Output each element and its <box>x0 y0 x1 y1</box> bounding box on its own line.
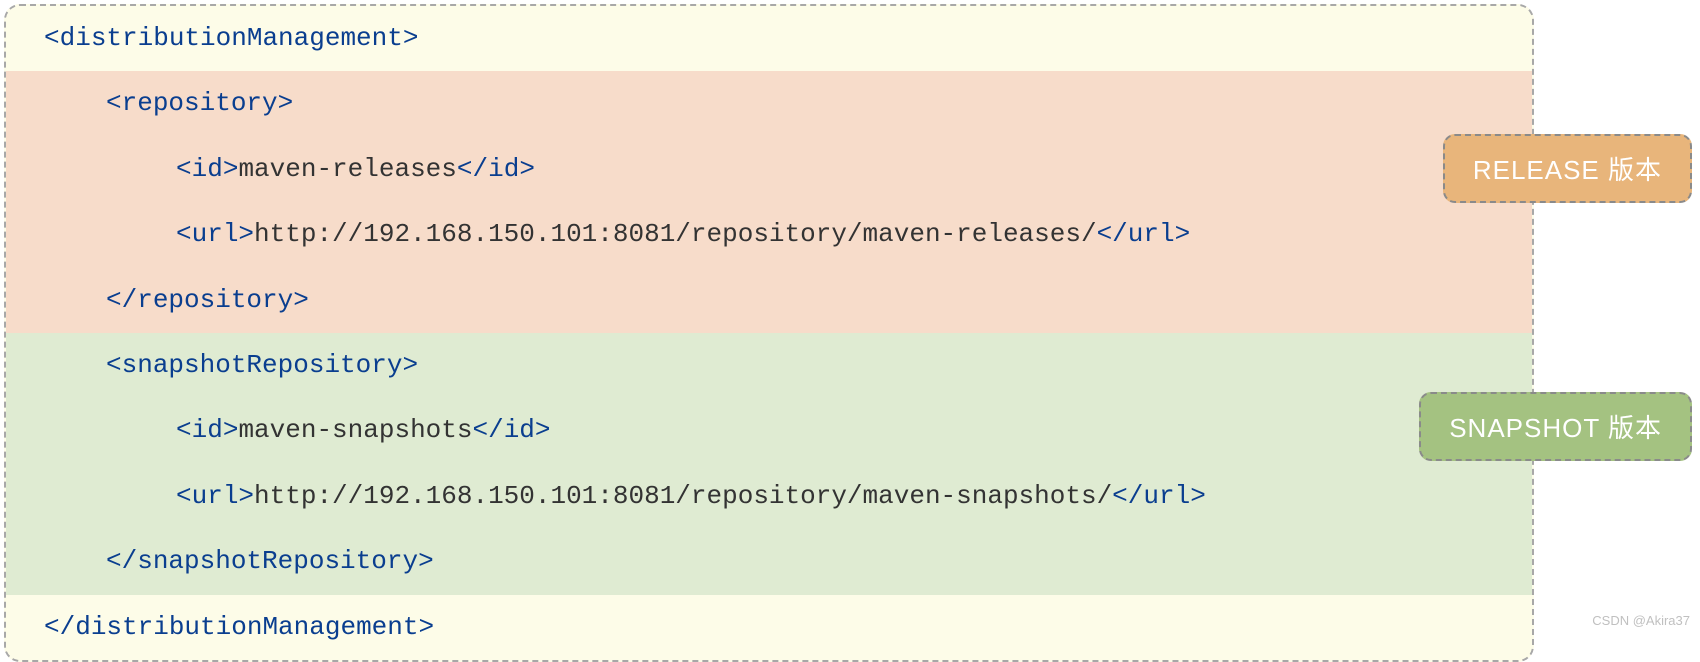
snapshot-badge-label: SNAPSHOT 版本 <box>1449 413 1662 443</box>
code-line-release-url: <url>http://192.168.150.101:8081/reposit… <box>6 202 1532 267</box>
code-line-snapshot-url: <url>http://192.168.150.101:8081/reposit… <box>6 464 1532 529</box>
release-badge: RELEASE 版本 <box>1443 134 1692 203</box>
code-line-repo-open: <repository> <box>6 71 1532 136</box>
xml-code-block: <distributionManagement> <repository> <i… <box>4 4 1534 662</box>
code-line-repo-close: </repository> <box>6 268 1532 333</box>
code-line-snapshot-id: <id>maven-snapshots</id> <box>6 398 1532 463</box>
release-badge-label: RELEASE 版本 <box>1473 155 1662 185</box>
code-line-snap-open: <snapshotRepository> <box>6 333 1532 398</box>
watermark-text: CSDN @Akira37 <box>1592 613 1690 628</box>
code-line-snap-close: </snapshotRepository> <box>6 529 1532 594</box>
code-line-root-close: </distributionManagement> <box>6 595 1532 660</box>
snapshot-badge: SNAPSHOT 版本 <box>1419 392 1692 461</box>
code-line-release-id: <id>maven-releases</id> <box>6 137 1532 202</box>
code-line-root-open: <distributionManagement> <box>6 6 1532 71</box>
